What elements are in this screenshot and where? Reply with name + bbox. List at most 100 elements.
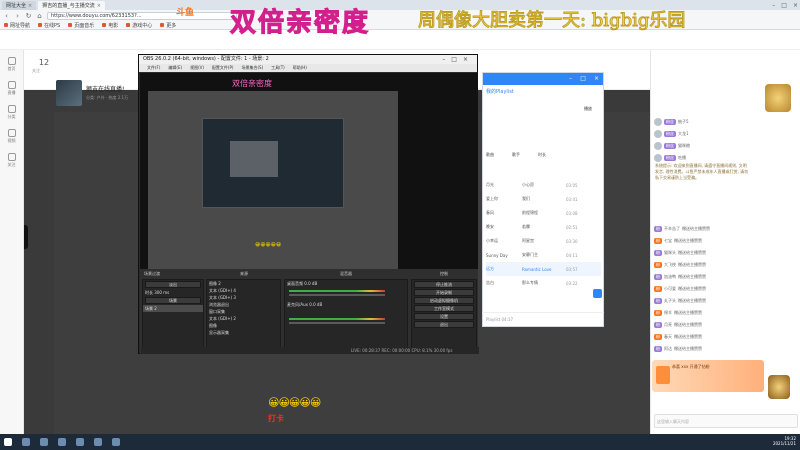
browser-tab-1[interactable]: 狮吉的直播_与主播交流 × bbox=[38, 1, 105, 10]
bookmark-3[interactable]: 电影 bbox=[102, 22, 118, 29]
sidebar-toggle-handle[interactable] bbox=[24, 225, 28, 249]
close-icon[interactable]: × bbox=[594, 73, 599, 85]
duration-value[interactable]: 300 ms bbox=[154, 290, 169, 295]
maximize-icon[interactable]: □ bbox=[781, 2, 787, 9]
rail-item-2[interactable]: 分类 bbox=[0, 102, 23, 122]
window-controls[interactable]: –□× bbox=[442, 55, 474, 64]
song-row-playing[interactable]: 远方 Romantic Love 03:57 bbox=[486, 262, 601, 276]
douyu-logo[interactable]: 斗鱼 bbox=[176, 5, 194, 18]
windows-start-icon[interactable] bbox=[4, 438, 12, 446]
scene-item[interactable]: 场景 2 bbox=[143, 305, 203, 312]
rail-label: 直播 bbox=[7, 89, 16, 95]
dock-title: 混音器 bbox=[340, 271, 352, 276]
obs-preview[interactable] bbox=[140, 73, 478, 287]
maximize-icon[interactable]: □ bbox=[580, 73, 586, 85]
menu-item[interactable]: 视图(V) bbox=[190, 64, 204, 72]
bookmark-icon bbox=[160, 23, 165, 27]
song-title: 晚安 bbox=[486, 224, 494, 229]
menu-item[interactable]: 工具(T) bbox=[271, 64, 285, 72]
column-header[interactable]: 歌曲 bbox=[486, 152, 494, 160]
rank-badge-icon[interactable] bbox=[765, 84, 791, 112]
minimize-icon[interactable]: – bbox=[772, 2, 775, 9]
source-item[interactable]: 文本 (GDI+) 2 bbox=[207, 315, 280, 322]
source-item[interactable]: 文本 (GDI+) 4 bbox=[207, 287, 280, 294]
url-input[interactable]: https://www.douyu.com/6233153?... bbox=[47, 11, 237, 20]
rail-item-1[interactable]: 直播 bbox=[0, 78, 23, 98]
song-row[interactable]: Sunny Day 安静门主 04:11 bbox=[486, 248, 601, 262]
menu-item[interactable]: 场景集合(S) bbox=[241, 64, 263, 72]
tab-label: 狮吉的直播_与主播交流 bbox=[42, 3, 95, 9]
menu-item[interactable]: 配置文件(P) bbox=[212, 64, 234, 72]
gift-user: 小可爱 bbox=[664, 286, 676, 291]
gift-text: 赠送给主播赞赞 bbox=[678, 286, 706, 291]
song-artist: 若霖 bbox=[522, 224, 530, 229]
volume-slider[interactable] bbox=[289, 294, 385, 296]
minimize-icon[interactable]: – bbox=[569, 73, 572, 85]
forward-icon[interactable]: › bbox=[14, 12, 21, 20]
play-all-button[interactable]: 播放 bbox=[584, 106, 592, 112]
column-header[interactable]: 时长 bbox=[538, 152, 546, 160]
bookmark-4[interactable]: 游戏中心 bbox=[126, 22, 152, 29]
browser-tab-0[interactable]: 网址大全 × bbox=[2, 1, 37, 10]
source-item[interactable]: 文本 (GDI+) 3 bbox=[207, 294, 280, 301]
refresh-icon[interactable]: ↻ bbox=[25, 12, 32, 20]
rail-item-4[interactable]: 关注 bbox=[0, 150, 23, 170]
volume-slider[interactable] bbox=[289, 322, 385, 324]
bookmark-0[interactable]: 网址导航 bbox=[4, 22, 30, 29]
bookmark-1[interactable]: 在线PS bbox=[38, 22, 60, 29]
playlist-tab[interactable]: 我的Playlist bbox=[486, 88, 514, 95]
exit-button[interactable]: 退出 bbox=[414, 321, 474, 328]
close-window-icon[interactable]: × bbox=[793, 2, 798, 9]
follow-label[interactable]: 关注 bbox=[32, 68, 40, 74]
search-icon[interactable] bbox=[22, 438, 30, 446]
menu-item[interactable]: 文件(F) bbox=[147, 64, 160, 72]
chat-app-icon[interactable] bbox=[112, 438, 120, 446]
bookmark-2[interactable]: 页面音乐 bbox=[68, 22, 94, 29]
home-icon[interactable]: ⌂ bbox=[36, 12, 43, 20]
song-row[interactable]: 晚安 若霖 02:51 bbox=[486, 220, 601, 234]
avatar[interactable] bbox=[56, 80, 82, 106]
system-tray-clock[interactable]: 19:32 2021/11/21 bbox=[773, 436, 796, 446]
obs-window: OBS 26.0.2 (64-bit, windows) - 配置文件: 1 -… bbox=[138, 54, 479, 354]
song-duration: 03:08 bbox=[566, 210, 578, 216]
rail-item-3[interactable]: 视频 bbox=[0, 126, 23, 146]
chat-input[interactable]: 这里输入聊天内容 bbox=[654, 414, 798, 428]
song-row[interactable]: 爱上你 我们 03:41 bbox=[486, 192, 601, 206]
virtual-camera-button[interactable]: 启动虚拟摄像机 bbox=[414, 297, 474, 304]
settings-button[interactable]: 设置 bbox=[414, 313, 474, 320]
source-item[interactable]: 浏览器退出 bbox=[207, 301, 280, 308]
source-item[interactable]: 显示器采集 bbox=[207, 329, 280, 336]
bookmark-5[interactable]: 更多 bbox=[160, 22, 176, 29]
browser-icon[interactable] bbox=[40, 438, 48, 446]
source-item[interactable]: 图像 2 bbox=[207, 280, 280, 287]
back-icon[interactable]: ‹ bbox=[3, 12, 10, 20]
song-row[interactable]: 告白 那么专情 03:22 bbox=[486, 276, 601, 290]
obs-icon[interactable] bbox=[76, 438, 84, 446]
source-item[interactable]: 图像 bbox=[207, 322, 280, 329]
source-item[interactable]: 窗口采集 bbox=[207, 308, 280, 315]
menu-item[interactable]: 帮助(H) bbox=[293, 64, 307, 72]
song-row[interactable]: 春风 前程锦程 03:08 bbox=[486, 206, 601, 220]
chat-row: 粉丝 大龙1 bbox=[654, 130, 689, 138]
scene-button[interactable]: 场景 bbox=[145, 297, 201, 304]
transition-select[interactable]: 淡出 bbox=[145, 281, 201, 288]
fan-badge: 粉 bbox=[654, 262, 662, 268]
folder-icon[interactable] bbox=[58, 438, 66, 446]
stop-stream-button[interactable]: 停止推流 bbox=[414, 281, 474, 288]
studio-mode-button[interactable]: 工作室模式 bbox=[414, 305, 474, 312]
music-icon[interactable] bbox=[94, 438, 102, 446]
bookmark-label: 游戏中心 bbox=[132, 22, 153, 29]
home-icon bbox=[7, 56, 16, 65]
song-duration: 03:30 bbox=[566, 238, 578, 244]
rail-item-0[interactable]: 首页 bbox=[0, 54, 23, 74]
close-icon[interactable]: × bbox=[28, 3, 32, 9]
column-header[interactable]: 歌手 bbox=[512, 152, 520, 160]
watermark-small: 双倍亲密度 bbox=[232, 79, 272, 88]
menu-item[interactable]: 编辑(E) bbox=[168, 64, 182, 72]
play-icon[interactable] bbox=[593, 289, 602, 298]
start-record-button[interactable]: 开始录制 bbox=[414, 289, 474, 296]
song-row[interactable]: 小幸运 阿星宫 03:30 bbox=[486, 234, 601, 248]
song-row[interactable]: 月光 小心愿 03:05 bbox=[486, 178, 601, 192]
close-icon[interactable]: × bbox=[97, 3, 101, 9]
noble-badge-icon[interactable] bbox=[768, 375, 790, 399]
